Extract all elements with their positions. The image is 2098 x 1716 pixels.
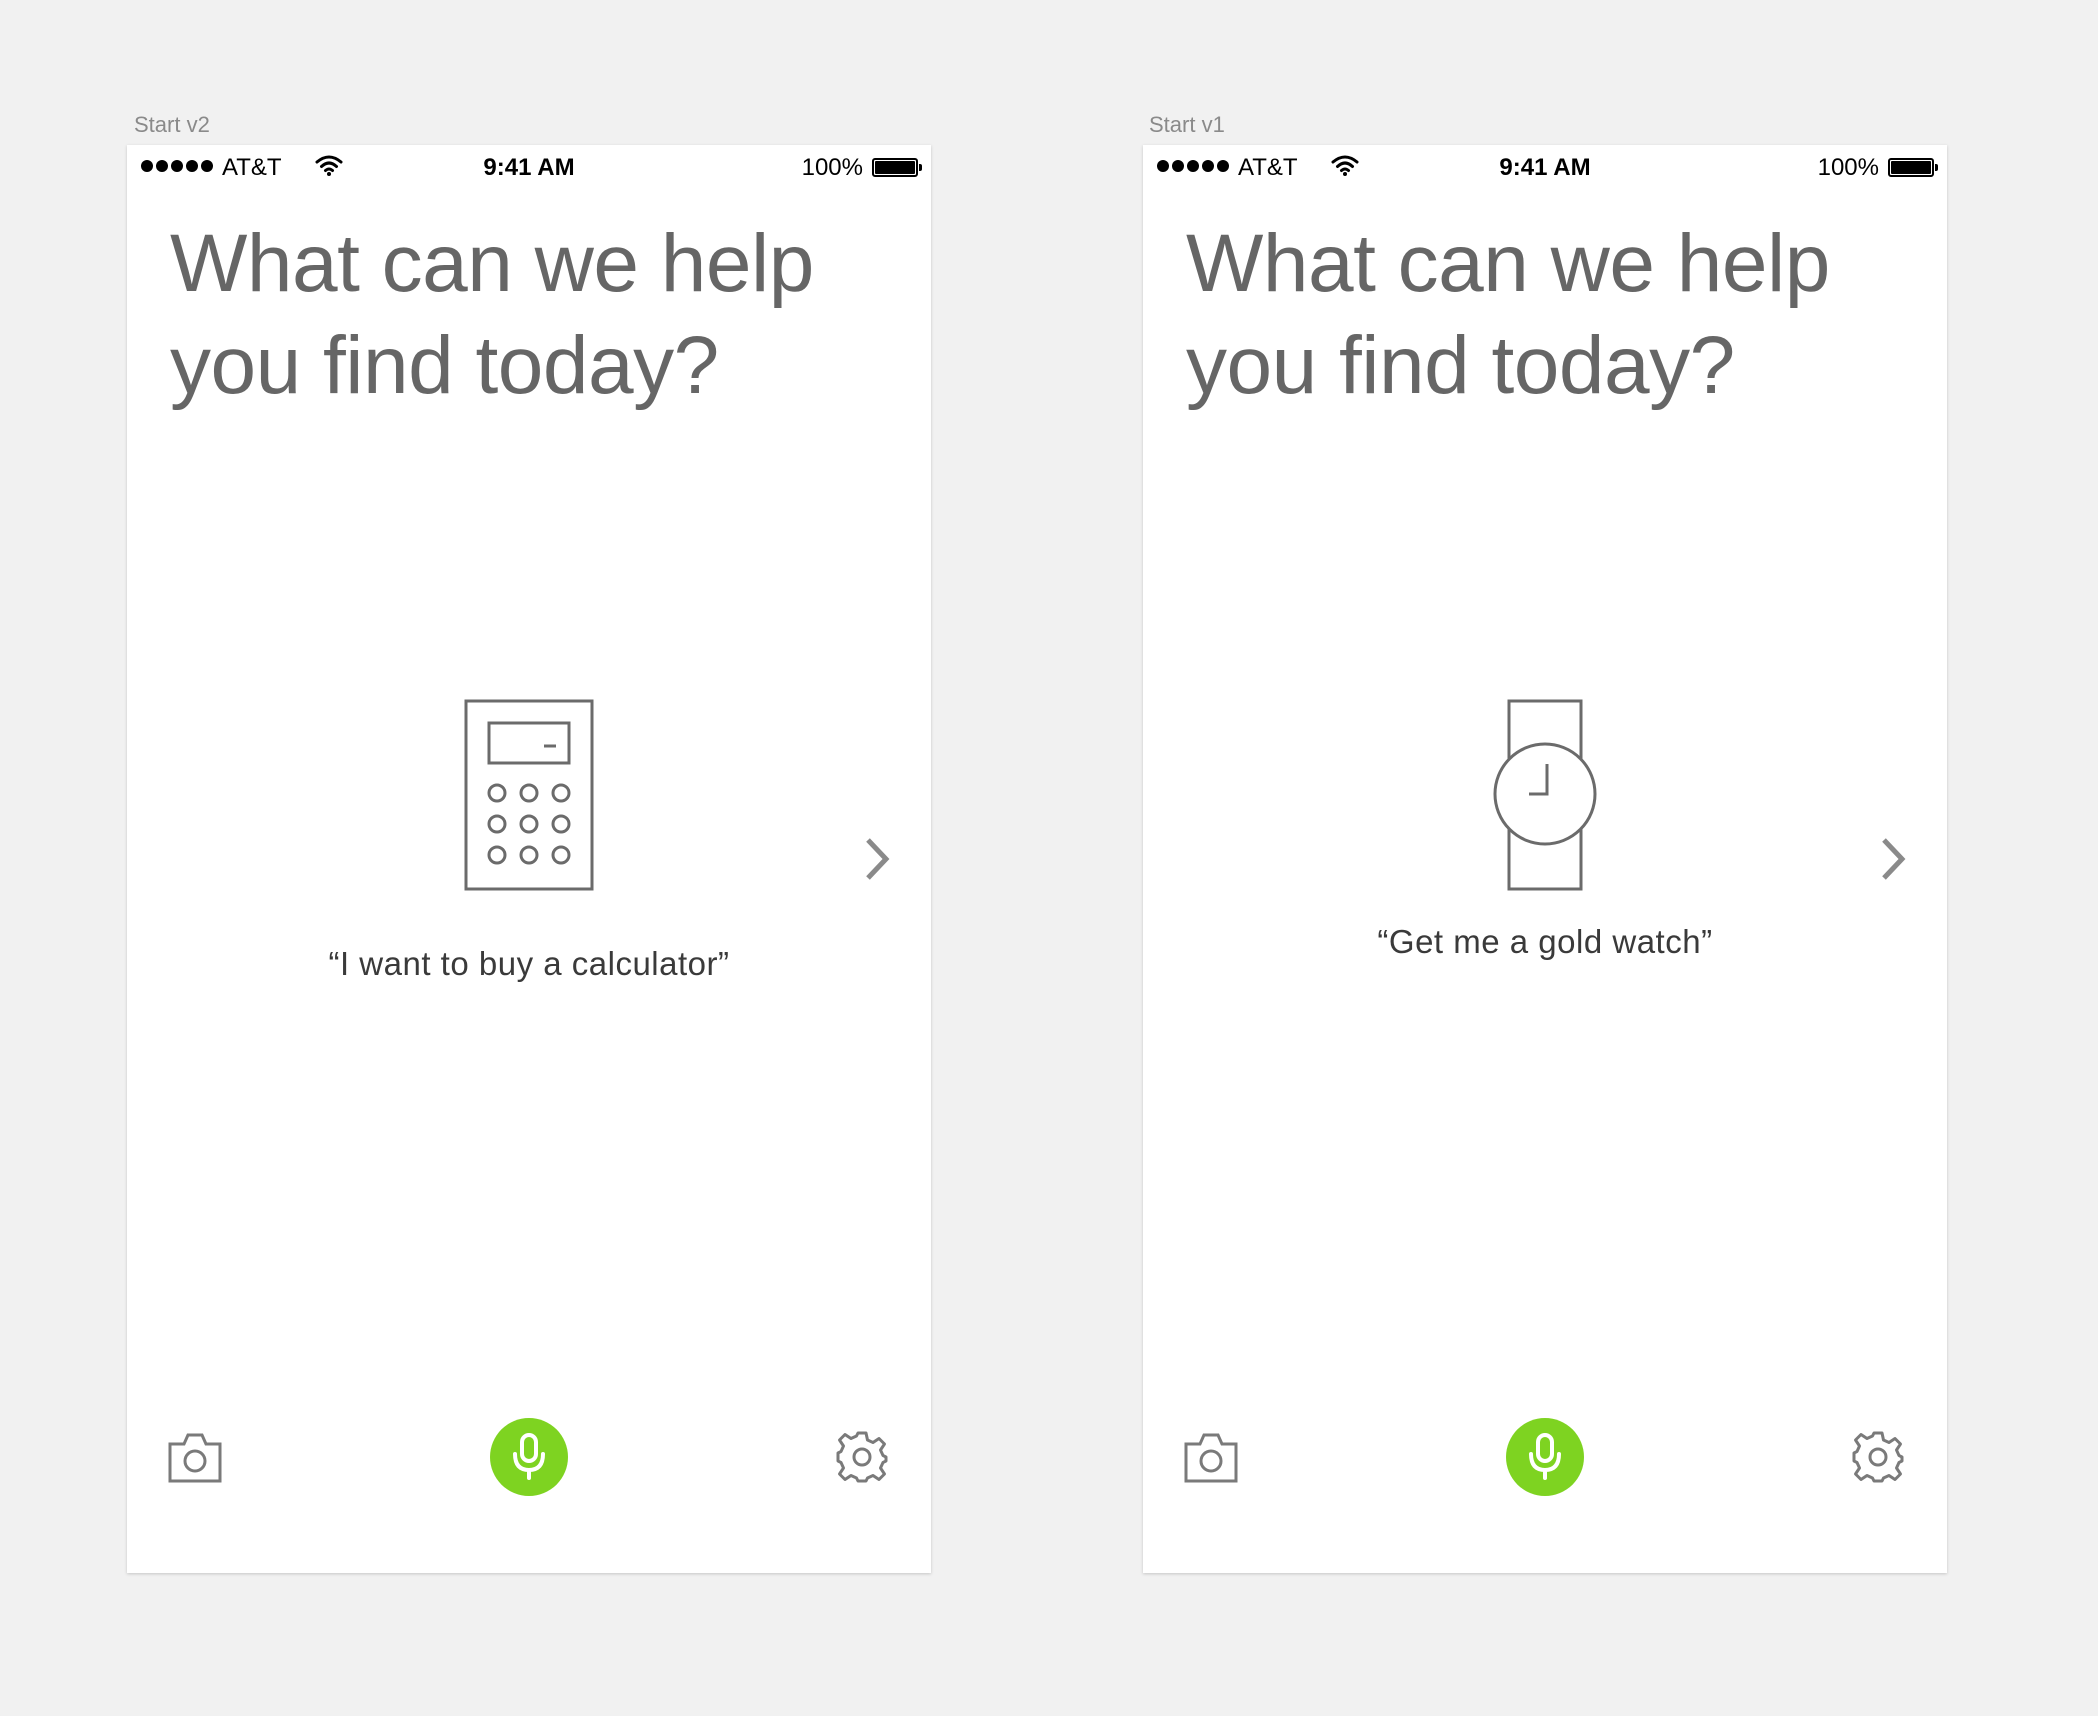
microphone-icon [513, 1433, 545, 1480]
artboard-label: Start v2 [134, 112, 210, 137]
battery-icon [872, 158, 922, 177]
phone-screen-start-v2: AT&T 9:41 AM 100% What can we help you f… [127, 145, 931, 1573]
gear-icon [836, 1431, 888, 1483]
page-title: What can we help you find today? [1186, 218, 1830, 411]
camera-icon [168, 1433, 222, 1483]
artboard-label: Start v1 [1149, 112, 1225, 137]
example-query-caption: “I want to buy a calculator” [328, 945, 730, 982]
gear-icon [1852, 1431, 1904, 1483]
camera-icon [1184, 1433, 1238, 1483]
watch-icon [1493, 699, 1597, 891]
chevron-right-icon[interactable] [863, 837, 891, 886]
camera-button[interactable] [1184, 1430, 1238, 1489]
example-query-caption: “Get me a gold watch” [1377, 923, 1713, 960]
suggestion-illustration [1143, 699, 1947, 891]
battery-percentage: 100% [801, 154, 863, 181]
design-canvas: Start v2 AT&T 9:41 AM 100% What can we h… [0, 0, 2098, 1716]
chevron-right-icon[interactable] [1879, 837, 1907, 886]
status-bar: AT&T 9:41 AM 100% [1143, 145, 1947, 191]
settings-button[interactable] [835, 1430, 889, 1489]
camera-button[interactable] [168, 1430, 222, 1489]
microphone-icon [1529, 1433, 1561, 1480]
suggestion-illustration [127, 699, 931, 891]
settings-button[interactable] [1851, 1430, 1905, 1489]
phone-screen-start-v1: AT&T 9:41 AM 100% What can we help you f… [1143, 145, 1947, 1573]
status-bar: AT&T 9:41 AM 100% [127, 145, 931, 191]
voice-search-button[interactable] [490, 1418, 568, 1496]
voice-search-button[interactable] [1506, 1418, 1584, 1496]
battery-percentage: 100% [1817, 154, 1879, 181]
bottom-toolbar [1143, 1410, 1947, 1510]
page-title: What can we help you find today? [170, 218, 814, 411]
battery-icon [1888, 158, 1938, 177]
calculator-icon [464, 699, 594, 891]
bottom-toolbar [127, 1410, 931, 1510]
